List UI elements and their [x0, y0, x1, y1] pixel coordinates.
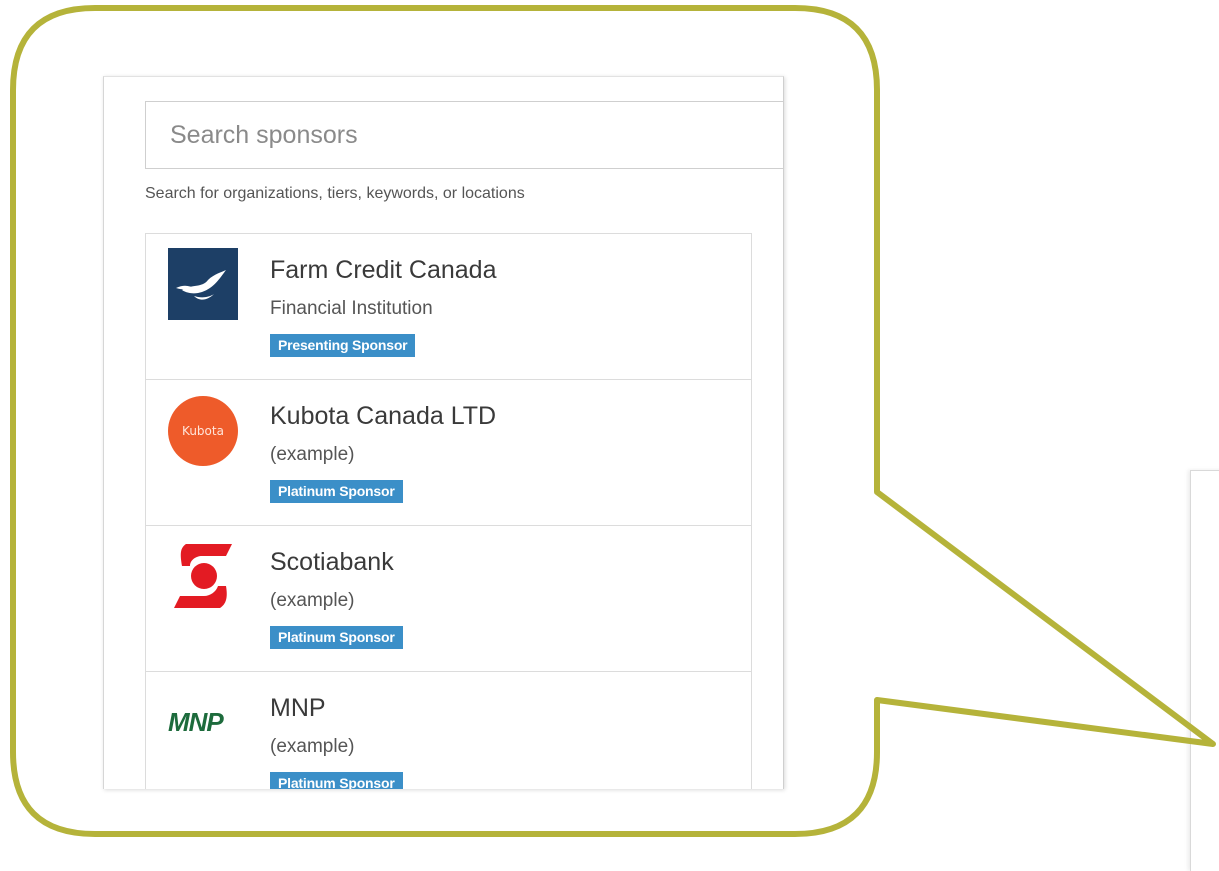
mnp-logo-text: MNP	[168, 706, 224, 737]
sponsor-card-kubota[interactable]: Kubota Kubota Canada LTD (example) Plati…	[145, 379, 752, 525]
scotiabank-logo	[168, 540, 238, 612]
sponsor-card-farm-credit-canada[interactable]: Farm Credit Canada Financial Institution…	[145, 233, 752, 379]
tier-badge: Platinum Sponsor	[270, 772, 403, 789]
sponsor-name: Scotiabank	[270, 548, 394, 576]
sponsor-subtitle: (example)	[270, 590, 355, 611]
sponsor-card-mnp[interactable]: MNP MNP (example) Platinum Sponsor	[145, 671, 752, 789]
search-box	[145, 101, 783, 169]
kubota-logo-text: Kubota	[182, 424, 224, 438]
kubota-logo: Kubota	[168, 396, 238, 466]
sponsor-list: Farm Credit Canada Financial Institution…	[145, 233, 752, 789]
sponsor-subtitle: (example)	[270, 736, 355, 757]
sponsor-subtitle: Financial Institution	[270, 298, 433, 319]
sponsor-subtitle: (example)	[270, 444, 355, 465]
search-sponsors-input[interactable]	[146, 102, 783, 168]
fcc-bird-icon	[176, 270, 226, 300]
partial-page-panel	[1190, 470, 1219, 871]
mnp-logo: MNP	[168, 686, 238, 758]
scotiabank-s-icon	[174, 544, 232, 608]
sponsor-name: Kubota Canada LTD	[270, 402, 497, 430]
tier-badge: Platinum Sponsor	[270, 626, 403, 649]
tier-badge: Presenting Sponsor	[270, 334, 416, 357]
sponsor-name: MNP	[270, 694, 326, 722]
search-hint: Search for organizations, tiers, keyword…	[145, 185, 525, 202]
sponsor-card-scotiabank[interactable]: Scotiabank (example) Platinum Sponsor	[145, 525, 752, 671]
fcc-logo	[168, 248, 238, 320]
sponsor-directory-panel: Search for organizations, tiers, keyword…	[103, 76, 784, 789]
tier-badge: Platinum Sponsor	[270, 480, 403, 503]
sponsor-name: Farm Credit Canada	[270, 256, 497, 284]
